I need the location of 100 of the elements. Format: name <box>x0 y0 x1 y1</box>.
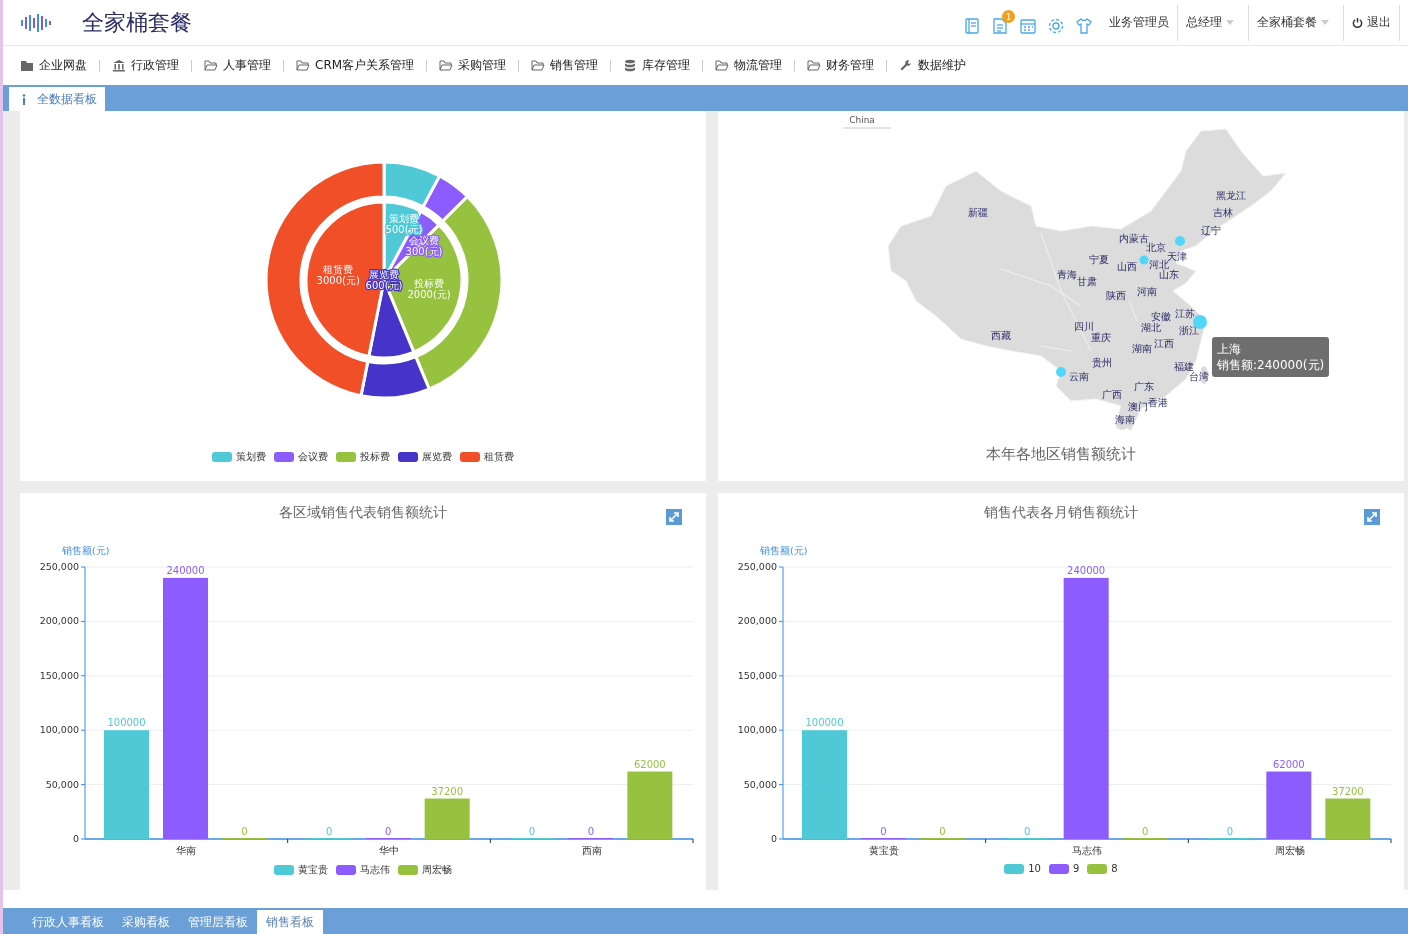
folder-icon <box>715 59 730 72</box>
region-label: 山西 <box>1117 261 1137 272</box>
region-label: 北京 <box>1146 242 1166 253</box>
tick-label: 200,000 <box>39 615 79 627</box>
map-legend[interactable]: China <box>849 115 875 125</box>
bar[interactable] <box>1063 577 1109 839</box>
value-label: 0 <box>587 826 594 837</box>
folder-icon <box>807 59 822 72</box>
position-dropdown[interactable]: 总经理 <box>1177 4 1242 41</box>
value-label: 37200 <box>431 785 464 797</box>
region-label: 重庆 <box>1091 332 1111 343</box>
legend-item[interactable]: 投标费 <box>336 450 390 464</box>
tick-label: 50,000 <box>45 778 79 790</box>
folder-icon <box>204 59 218 72</box>
region-label: 辽宁 <box>1201 225 1221 236</box>
menu-item[interactable]: 企业网盘 <box>14 57 93 74</box>
menu-item[interactable]: 物流管理 <box>709 57 789 74</box>
legend-item[interactable]: 马志伟 <box>336 863 390 877</box>
data-point[interactable] <box>1139 255 1149 265</box>
region-label: 江苏 <box>1175 308 1195 319</box>
folder-icon <box>20 59 34 72</box>
region-label: 浙江 <box>1179 325 1199 336</box>
tab[interactable]: 销售看板 <box>257 910 323 934</box>
value-label: 100000 <box>805 717 844 729</box>
value-label: 0 <box>1226 826 1233 837</box>
region-label: 黑龙江 <box>1216 190 1246 201</box>
user-role-label: 业务管理员 <box>1109 14 1169 31</box>
value-label: 240000 <box>1067 564 1106 576</box>
legend-item[interactable]: 周宏畅 <box>398 863 452 877</box>
menu-item[interactable]: 人事管理 <box>198 57 277 74</box>
legend-item[interactable]: 会议费 <box>274 450 328 464</box>
legend-item[interactable]: 展览费 <box>398 450 452 464</box>
tick-label: 150,000 <box>39 669 79 681</box>
logout-button[interactable]: 退出 <box>1343 4 1400 41</box>
value-label: 0 <box>880 826 887 837</box>
bar[interactable] <box>1266 771 1312 839</box>
value-label: 62000 <box>633 758 666 770</box>
value-label: 100000 <box>107 717 146 729</box>
region-label: 河南 <box>1137 286 1157 297</box>
folder-icon <box>439 59 454 72</box>
value-label: 0 <box>1024 826 1031 837</box>
caret-icon <box>1226 20 1234 25</box>
tick-label: 0 <box>72 833 79 844</box>
menu-item[interactable]: 库存管理 <box>617 57 697 74</box>
menu-item[interactable]: 财务管理 <box>801 57 881 74</box>
value-label: 62000 <box>1272 758 1305 770</box>
legend-item[interactable]: 策划费 <box>212 450 266 464</box>
tick-label: 200,000 <box>737 615 777 627</box>
tick-label: 100,000 <box>737 724 777 736</box>
expand-icon[interactable] <box>1364 509 1380 525</box>
bar[interactable] <box>424 798 470 839</box>
tooltip-title: 上海 <box>1217 341 1242 357</box>
tick-label: 0 <box>770 833 777 844</box>
region-label: 福建 <box>1174 361 1194 372</box>
region-label: 海南 <box>1115 414 1135 425</box>
chart-title: 本年各地区销售额统计 <box>985 445 1137 464</box>
axis-title: 销售额(元) <box>62 545 110 556</box>
bar[interactable] <box>1325 798 1371 839</box>
legend-item[interactable]: 租赁费 <box>460 450 514 464</box>
legend-item[interactable]: 黄宝贵 <box>274 863 328 877</box>
region-label: 内蒙古 <box>1119 233 1149 244</box>
slice-label: 会议费 <box>409 235 439 246</box>
menu-item[interactable]: 行政管理 <box>106 57 185 74</box>
value-label: 0 <box>241 826 248 837</box>
bank-icon <box>112 59 126 72</box>
menu-item[interactable]: 采购管理 <box>433 57 513 74</box>
region-label: 四川 <box>1074 321 1094 332</box>
menu-item[interactable]: CRM客户关系管理 <box>290 57 421 74</box>
region-label: 西藏 <box>991 330 1011 341</box>
region-label: 甘肃 <box>1077 276 1097 287</box>
slice-label: 租赁费 <box>323 264 354 276</box>
category-label: 马志伟 <box>1072 845 1102 856</box>
power-icon <box>1352 17 1363 28</box>
region-label: 澳门 <box>1128 401 1148 412</box>
region-label: 广东 <box>1134 381 1154 392</box>
category-label: 周宏畅 <box>1274 845 1305 856</box>
menu-item[interactable]: 数据维护 <box>893 57 973 74</box>
slice-value: 2000(元) <box>407 288 451 300</box>
region-label: 贵州 <box>1092 357 1112 368</box>
region-label: 江西 <box>1154 338 1174 349</box>
region-label: 陕西 <box>1106 290 1126 301</box>
value-label: 37200 <box>1331 785 1364 797</box>
expand-icon[interactable] <box>666 509 682 525</box>
data-point[interactable] <box>1056 367 1066 377</box>
tick-label: 100,000 <box>39 724 79 736</box>
data-point[interactable] <box>1175 236 1185 246</box>
bar[interactable] <box>627 771 673 839</box>
package-dropdown[interactable]: 全家桶套餐 <box>1248 4 1337 41</box>
menu-item[interactable]: 销售管理 <box>525 57 605 74</box>
region-label: 宁夏 <box>1089 254 1109 265</box>
tick-label: 150,000 <box>737 669 777 681</box>
category-label: 华南 <box>176 845 197 856</box>
region-label: 湖北 <box>1141 322 1161 333</box>
region-label: 安徽 <box>1151 311 1171 322</box>
region-label: 吉林 <box>1213 207 1233 218</box>
tab[interactable]: 全数据看板 <box>9 87 105 111</box>
app-title: 全家桶套餐 <box>82 8 192 37</box>
value-label: 0 <box>1142 826 1149 837</box>
category-label: 华中 <box>379 845 399 856</box>
tick-label: 250,000 <box>39 561 79 572</box>
